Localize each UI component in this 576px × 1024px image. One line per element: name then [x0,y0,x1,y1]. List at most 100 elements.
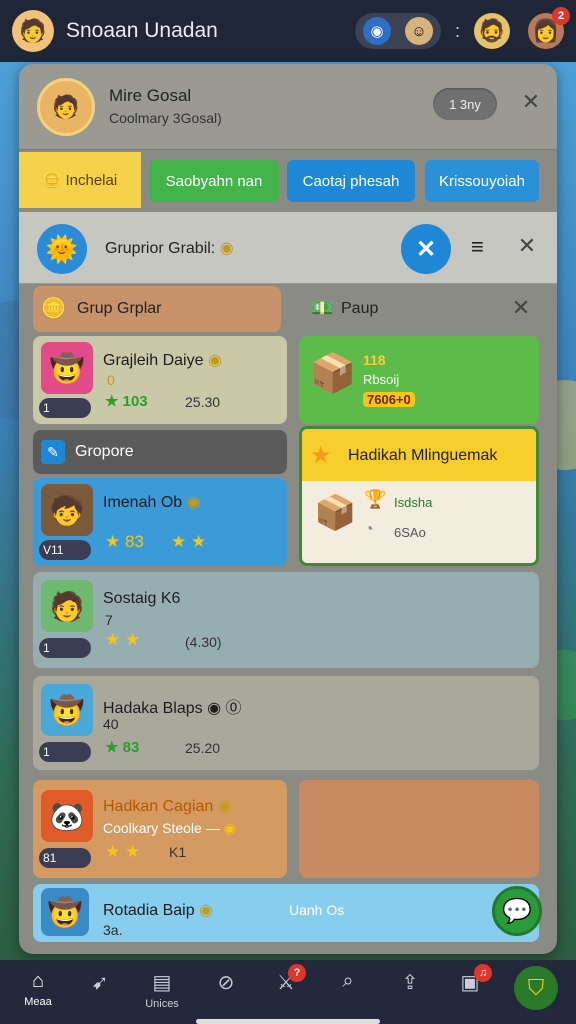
group-header-label: Grup Grplar [77,300,162,317]
chat-button[interactable]: 💬 [492,886,542,936]
paup-label: Paup [341,300,379,317]
item-title: Sostaig K6 [103,590,181,607]
friend-avatar[interactable]: 🧔 [474,13,510,49]
nav-home[interactable]: ⌂ Meaa [16,970,60,1008]
panel-header: 🧑 Mire Gosal Coolmary 3Gosal) 1 3ny ✕ [19,64,557,150]
item-value: (4.30) [185,634,222,650]
nav-invites[interactable]: ▤ Unices [140,970,184,1010]
level-chip: 1 [39,742,91,762]
gift-badge: ♫ [474,964,492,982]
group-header: 🪙 Grup Grplar [33,286,281,332]
nav-circle[interactable]: ⊘ [204,970,248,995]
item-value: 25.30 [185,394,221,410]
home-indicator [196,1019,380,1024]
globe-icon: ◉ [362,17,391,45]
item-subtitle: 0 [107,372,115,388]
tab-label: Inchelai [65,171,118,189]
list-item[interactable]: 🤠 Grajleih Daiye ◉ 0 1 ★ 103 25.30 [33,336,287,424]
list-item[interactable]: 🤠 Rotadia Baip ◉ 3a. Uanh Os [33,884,539,942]
level-chip: 1 [39,638,91,658]
avatar: 🤠 [41,888,89,936]
tab-label: Caotaj phesah [302,172,400,190]
nav-gift[interactable]: ▣ ♫ [448,964,492,995]
level-pill[interactable]: 1 3ny [433,88,497,120]
box-icon: 📦 [314,494,357,532]
nav-share[interactable]: ⇪ [388,970,432,995]
level-chip: 1 [39,398,91,418]
nav-home-label: Meaa [24,996,52,1008]
weekly-header: ★ Hadikah Mlinguemak [302,429,536,481]
nav-bird[interactable]: ➹ [78,970,122,995]
reward-qty: 118 [363,352,386,368]
item-subtitle: 3a. [103,922,123,938]
list-icon[interactable]: ≡ [471,234,484,260]
item-value: K1 [169,844,187,860]
bottom-nav: ⌂ Meaa ➹ ▤ Unices ⊘ ⚔ ? ⌕ ⇪ ▣ ♫ ⛉ [0,960,576,1024]
character-icon: ☺ [404,17,433,45]
search-icon: ⌕ [342,970,354,992]
item-title: Rotadia Baip ◉ [103,902,214,919]
level-chip: V11 [39,540,91,560]
item-subtitle: 7 [105,612,113,628]
groups-panel: 🧑 Mire Gosal Coolmary 3Gosal) 1 3ny ✕ 🪙 I… [19,64,557,954]
reward-desc: Rbsoij [363,372,400,387]
rating-extra: ★ ★ [171,532,207,551]
x-action-button[interactable]: ✕ [401,224,451,274]
list-item[interactable]: 🧒 Imenah Ob ◉ V11 ★ 83 ★ ★ [33,478,287,566]
user-avatar: 🧑 [37,78,95,136]
list-item[interactable]: 🧑 Sostaig K6 7 1 ★ ★ (4.30) [33,572,539,668]
gropore-label: Gropore [75,443,134,460]
item-extra: Uanh Os [289,902,345,918]
close-icon[interactable]: ✕ [515,234,539,258]
tab-label: Saobyahn nan [165,172,263,190]
more-icon[interactable]: : [455,21,460,42]
rating: ★ ★ [105,630,141,649]
level-chip: 81 [39,848,91,868]
close-icon[interactable]: ✕ [509,296,533,320]
avatar: 🐼 [41,790,93,842]
item-title: Hadkan Cagian ◉ [103,798,232,815]
notification-badge: 2 [552,7,570,25]
top-bar: 🧑 Snoaan Unadan ◉ ☺ : 🧔 👩 2 [0,0,576,62]
circle-icon: ⊘ [217,972,235,994]
rating: ★ ★ [105,842,141,861]
mode-toggle[interactable]: ◉ ☺ [354,13,441,49]
weekly-line2: 6SAo [394,525,426,540]
battle-badge: ? [288,964,306,982]
list-item[interactable]: 🤠 Hadaka Blaps ◉ ⓪ 40 1 ★ 83 25.20 [33,676,539,770]
avatar: 🧒 [41,484,93,536]
home-icon: ⌂ [31,970,45,992]
gropore-header[interactable]: ✎ Gropore [33,430,287,474]
shield-icon[interactable]: ⛉ [514,966,558,1010]
empty-slot [299,780,539,878]
tab-krissouyoiah[interactable]: Krissouyoiah [425,160,539,202]
avatar: 🤠 [41,684,93,736]
coin-icon: 🪙 [42,172,62,189]
sun-icon: 🌞 [37,224,87,274]
clock-icon: ◔ [364,521,374,538]
paup-header: 💵 Paup ✕ [301,286,541,332]
tab-saobyahn[interactable]: Saobyahn nan [149,160,279,202]
app-title: Snoaan Unadan [66,19,218,42]
section-bar: 🌞 Gruprior Grabil: ◉ ✕ ≡ ✕ [19,212,557,284]
weekly-card[interactable]: ★ Hadikah Mlinguemak 📦 🏆 Isdsha ◔ 6SAo [299,426,539,566]
app-avatar[interactable]: 🧑 [12,10,54,52]
weekly-line1: Isdsha [394,495,433,510]
item-value: 25.20 [185,740,221,756]
reward-card[interactable]: 📦 118 Rbsoij 7606+0 [299,336,539,424]
bird-icon: ➹ [91,972,109,994]
share-icon: ⇪ [401,972,419,994]
tab-caotaj[interactable]: Caotaj phesah [287,160,415,202]
tab-label: Krissouyoiah [439,172,525,190]
nav-battle[interactable]: ⚔ ? [264,964,308,995]
item-title: Hadaka Blaps ◉ ⓪ [103,700,242,717]
edit-icon: ✎ [41,440,65,464]
close-icon[interactable]: ✕ [519,90,543,114]
section-title: Gruprior Grabil: ◉ [105,240,234,257]
gem-icon: 🪙 [41,298,66,320]
star-icon: ★ [310,442,332,469]
user-name: Mire Gosal [109,86,192,105]
list-item[interactable]: 🐼 Hadkan Cagian ◉ Coolkary Steole — ◉ 81… [33,780,287,878]
tab-inchelai[interactable]: 🪙 Inchelai [19,152,141,208]
nav-search[interactable]: ⌕ [326,970,370,993]
